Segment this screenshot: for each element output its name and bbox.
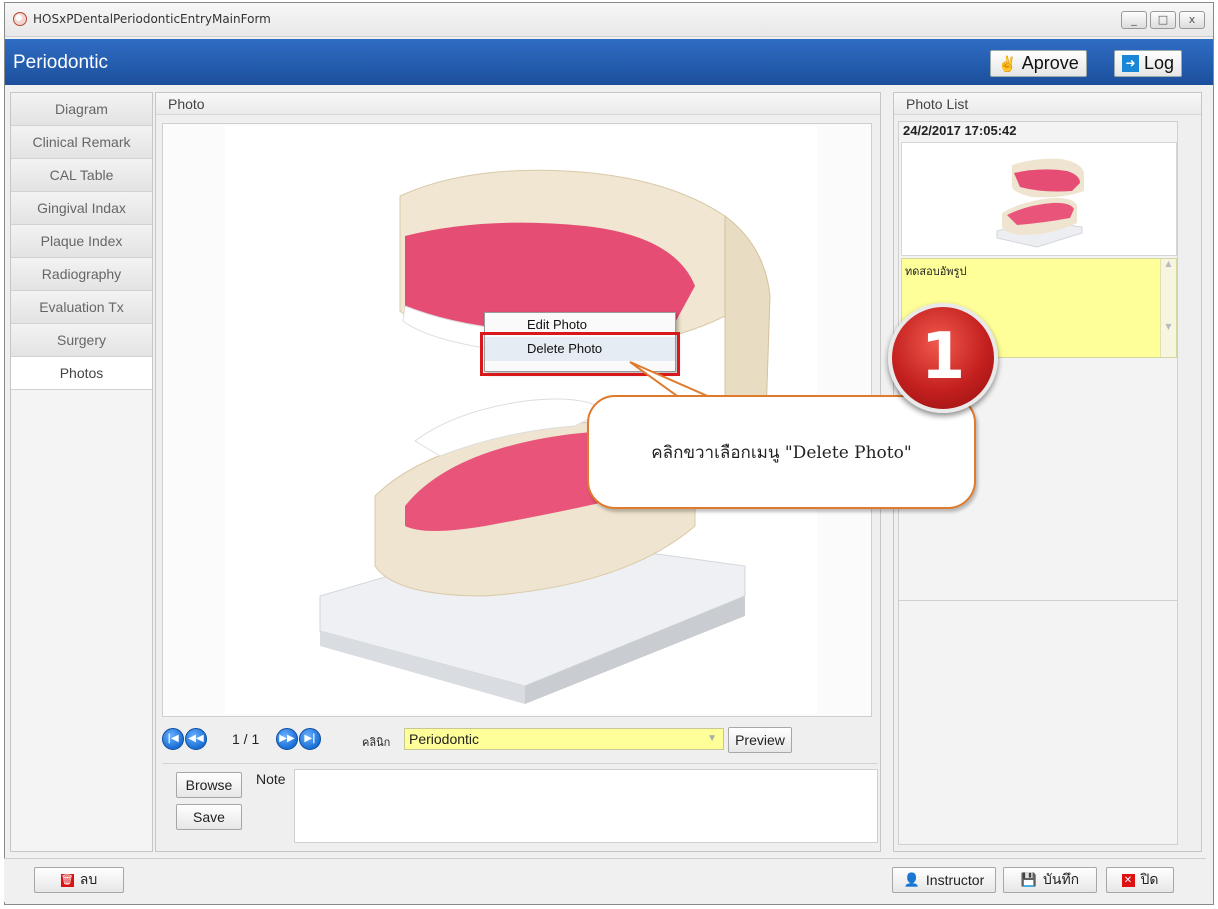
close-window-button[interactable]: x — [1179, 11, 1205, 29]
approve-label: Aprove — [1021, 53, 1079, 73]
page-title: Periodontic — [13, 52, 109, 73]
previous-photo-icon[interactable]: ◀◀ — [185, 728, 207, 750]
preview-button[interactable]: Preview — [728, 727, 792, 753]
close-label: ปิด — [1140, 871, 1159, 887]
edit-photo-menu-item[interactable]: Edit Photo — [485, 313, 675, 337]
bottom-toolbar: 🗑 ลบ 👤 Instructor 💾 บันทึก ✕ ปิด — [4, 858, 1206, 902]
close-button[interactable]: ✕ ปิด — [1106, 867, 1174, 893]
trash-icon: 🗑 — [60, 873, 74, 887]
user-icon: 👤 — [903, 872, 920, 887]
tab-diagram[interactable]: Diagram — [11, 93, 152, 126]
log-label: Log — [1144, 53, 1175, 73]
last-photo-icon[interactable]: ▶| — [299, 728, 321, 750]
window-controls: _ □ x — [1121, 11, 1205, 29]
delete-label: ลบ — [79, 871, 98, 887]
list-divider — [899, 600, 1177, 601]
instructor-button[interactable]: 👤 Instructor — [892, 867, 996, 893]
save-button[interactable]: 💾 บันทึก — [1003, 867, 1097, 893]
clinic-value: Periodontic — [409, 731, 480, 747]
handshake-icon: ✌ — [998, 55, 1017, 73]
tab-surgery[interactable]: Surgery — [11, 324, 152, 357]
first-photo-icon[interactable]: |◀ — [162, 728, 184, 750]
maximize-button[interactable]: □ — [1150, 11, 1176, 29]
photo-thumbnail[interactable] — [901, 142, 1177, 256]
tab-plaque-index[interactable]: Plaque Index — [11, 225, 152, 258]
side-tabs: Diagram Clinical Remark CAL Table Gingiv… — [10, 92, 153, 852]
header-bar: Periodontic ✌ Aprove ➜ Log — [5, 39, 1213, 85]
delete-photo-menu-item[interactable]: Delete Photo — [485, 337, 675, 361]
next-photo-icon[interactable]: ▶▶ — [276, 728, 298, 750]
tab-evaluation-tx[interactable]: Evaluation Tx — [11, 291, 152, 324]
instruction-callout: คลิกขวาเลือกเมนู "Delete Photo" — [587, 395, 976, 509]
photo-list-date[interactable]: 24/2/2017 17:05:42 — [899, 122, 1177, 140]
photo-note-value: ทดสอบอัพรูป — [905, 265, 967, 278]
photo-panel-title: Photo — [156, 93, 880, 115]
tab-gingival-index[interactable]: Gingival Indax — [11, 192, 152, 225]
save-label: บันทึก — [1043, 871, 1080, 887]
log-icon: ➜ — [1122, 55, 1139, 72]
save-photo-button[interactable]: Save — [176, 804, 242, 830]
page-indicator: 1 / 1 — [232, 731, 260, 747]
close-icon: ✕ — [1121, 873, 1135, 887]
tab-photos[interactable]: Photos — [11, 357, 152, 390]
title-bar: HOSxPDentalPeriodonticEntryMainForm _ □ … — [5, 3, 1213, 37]
photo-list-title: Photo List — [894, 93, 1201, 115]
minimize-button[interactable]: _ — [1121, 11, 1147, 29]
tab-clinical-remark[interactable]: Clinical Remark — [11, 126, 152, 159]
note-scrollbar[interactable]: ▲ ▼ — [1160, 259, 1176, 357]
thumbnail-illustration — [996, 158, 1084, 248]
app-icon — [13, 12, 27, 26]
clinic-select[interactable]: Periodontic ▼ — [404, 728, 724, 750]
clinic-label: คลินิก — [362, 736, 391, 749]
note-label: Note — [256, 771, 286, 787]
approve-button[interactable]: ✌ Aprove — [990, 50, 1087, 77]
delete-record-button[interactable]: 🗑 ลบ — [34, 867, 124, 893]
instructor-label: Instructor — [925, 872, 985, 888]
note-field[interactable] — [294, 769, 878, 843]
floppy-disk-icon: 💾 — [1020, 872, 1037, 887]
photo-navigation: |◀ ◀◀ 1 / 1 ▶▶ ▶| คลินิก Periodontic ▼ P… — [162, 723, 878, 755]
tab-cal-table[interactable]: CAL Table — [11, 159, 152, 192]
note-section: Browse Save Note — [162, 763, 878, 845]
step-number-badge: 1 — [888, 303, 998, 413]
browse-button[interactable]: Browse — [176, 772, 242, 798]
log-button[interactable]: ➜ Log — [1114, 50, 1183, 77]
window-title: HOSxPDentalPeriodonticEntryMainForm — [33, 12, 271, 26]
tab-radiography[interactable]: Radiography — [11, 258, 152, 291]
chevron-down-icon: ▼ — [707, 733, 717, 744]
